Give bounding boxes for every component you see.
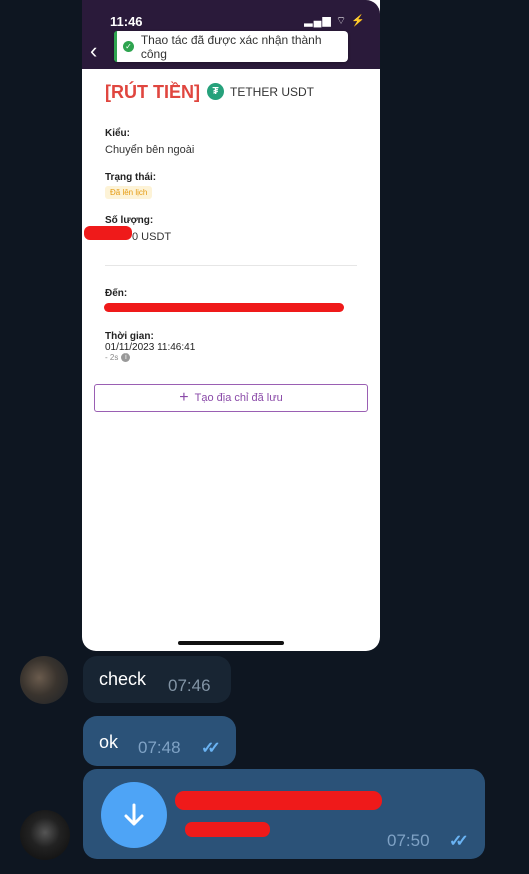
toast-text: Thao tác đã được xác nhận thành công (140, 32, 322, 61)
info-icon: i (121, 353, 131, 363)
message-bubble-out[interactable]: ok 07:48 ✓✓ (83, 716, 236, 766)
to-label: Đến: (105, 288, 128, 299)
download-button[interactable] (101, 782, 167, 848)
check-circle-icon: ✓ (123, 41, 134, 52)
time-ago-text: - 2s (105, 353, 119, 362)
type-value: Chuyển bên ngoài (105, 144, 195, 156)
redaction-mark (104, 303, 344, 312)
save-button-label: Tạo địa chỉ đã lưu (194, 392, 283, 404)
amount-value: 0 USDT (132, 231, 172, 243)
redaction-mark (175, 791, 382, 810)
message-time: 07:50 (387, 831, 430, 850)
time-ago: - 2s i (105, 353, 131, 363)
coin-info: ₮ TETHER USDT (207, 83, 314, 100)
arrow-down-icon (124, 803, 144, 826)
create-saved-address-button[interactable]: + Tạo địa chỉ đã lưu (94, 384, 368, 412)
double-check-icon: ✓✓ (201, 740, 221, 757)
message-bubble-in[interactable]: check 07:46 (83, 656, 231, 703)
chevron-left-icon: ‹ (90, 38, 98, 63)
app-header: 11:46 ▂▄▆ ⌔ ⚡ ‹ ✓ Thao tác đã được xác n… (82, 0, 380, 69)
double-check-icon: ✓✓ (449, 833, 469, 850)
page-title: [RÚT TIỀN] (105, 82, 200, 102)
screenshot-image[interactable]: 11:46 ▂▄▆ ⌔ ⚡ ‹ ✓ Thao tác đã được xác n… (82, 0, 380, 651)
message-text: check (99, 669, 147, 689)
message-text: ok (99, 732, 119, 752)
time-value: 01/11/2023 11:46:41 (105, 342, 196, 353)
status-badge: Đã lên lịch (105, 186, 153, 199)
coin-name: TETHER USDT (230, 84, 314, 99)
redaction-mark (84, 226, 132, 240)
amount-label: Số lượng: (105, 215, 154, 226)
avatar[interactable] (20, 656, 68, 704)
status-icons: ▂▄▆ ⌔ ⚡ (304, 15, 366, 27)
status-label: Trạng thái: (105, 172, 157, 183)
success-toast: ✓ Thao tác đã được xác nhận thành công (114, 31, 348, 62)
plus-icon: + (179, 389, 189, 406)
type-label: Kiểu: (105, 128, 130, 139)
message-time: 07:46 (168, 676, 211, 695)
time-label: Thời gian: (105, 331, 154, 342)
home-indicator (178, 641, 284, 645)
tether-icon: ₮ (207, 83, 224, 100)
redaction-mark (185, 822, 270, 837)
status-time: 11:46 (110, 14, 143, 29)
avatar[interactable] (20, 810, 70, 860)
divider (105, 265, 357, 266)
message-time: 07:48 (138, 738, 181, 757)
toast-accent (114, 31, 117, 62)
